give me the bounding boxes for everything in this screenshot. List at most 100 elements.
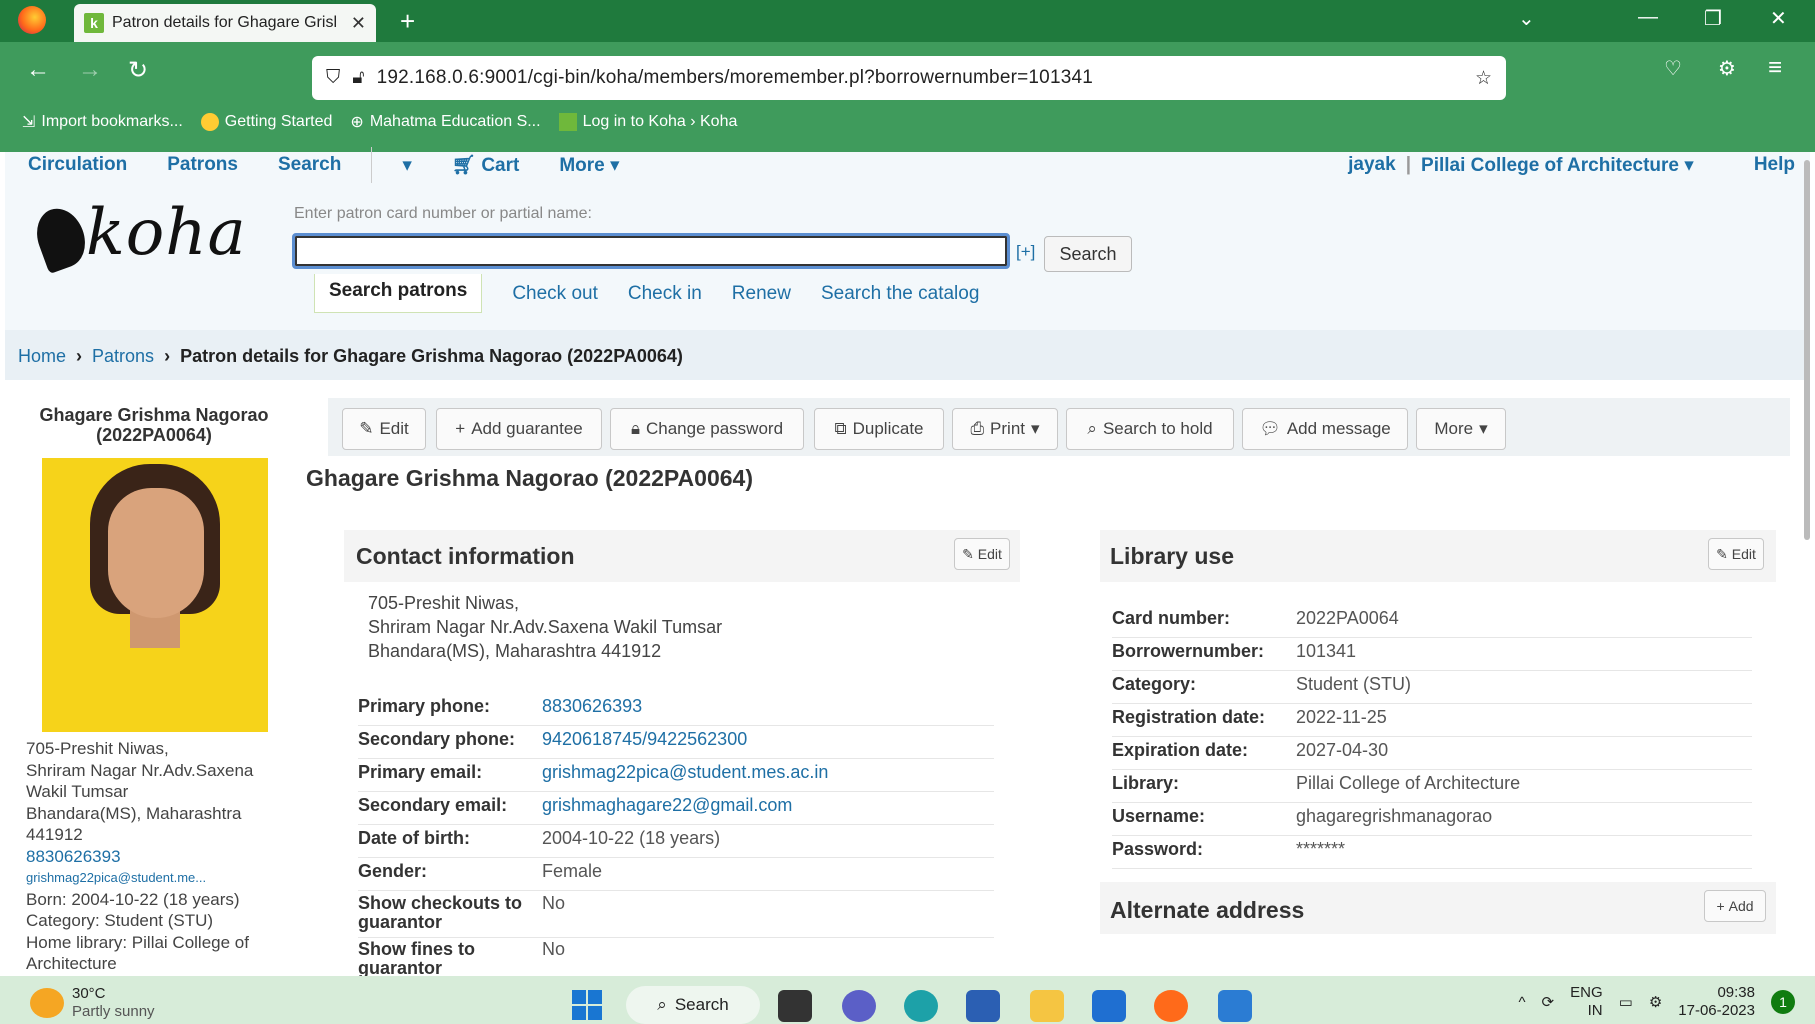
tab-search-patrons[interactable]: Search patrons (314, 274, 483, 313)
teams-app-icon[interactable] (842, 990, 876, 1022)
settings-icon[interactable]: ⚙ (1649, 993, 1662, 1011)
nav-circulation[interactable]: Circulation (28, 154, 127, 176)
library-use-title: Library use (1110, 543, 1234, 569)
firefox-icon[interactable] (18, 6, 46, 34)
library-row: Library: Pillai College of Architecture (1112, 773, 1752, 803)
koha-logo[interactable]: koha (29, 196, 247, 274)
url-text[interactable]: 192.168.0.6:9001/cgi-bin/koha/members/mo… (377, 67, 1463, 89)
contact-row: Secondary phone: 9420618745/9422562300 (358, 729, 994, 759)
more-button[interactable]: More ▾ (1416, 408, 1506, 450)
extensions-icon[interactable]: ⚙ (1718, 56, 1736, 81)
page-scrollbar[interactable] (1804, 160, 1810, 540)
nav-cart[interactable]: 🛒︎ Cart (452, 153, 519, 177)
library-selector[interactable]: Pillai College of Architecture ▾ (1421, 154, 1694, 177)
library-row: Card number: 2022PA0064 (1112, 608, 1752, 638)
notification-badge[interactable]: 1 (1771, 990, 1795, 1014)
mail-app-icon[interactable] (1092, 990, 1126, 1022)
help-link[interactable]: Help (1754, 154, 1795, 177)
reload-icon[interactable]: ↻ (128, 56, 148, 85)
alternate-address-add-button[interactable]: + Add (1704, 890, 1766, 922)
bookmark-getting-started[interactable]: Getting Started (200, 112, 332, 132)
sidebar-patron-info: 705-Preshit Niwas, Shriram Nagar Nr.Adv.… (26, 738, 288, 975)
add-guarantee-button[interactable]: + Add guarantee (436, 408, 602, 450)
new-tab-icon[interactable]: + (400, 6, 415, 37)
sidebar-email[interactable]: grishmag22pica@student.me... (26, 867, 288, 889)
pocket-icon[interactable]: ♡ (1664, 56, 1682, 81)
browser-tab[interactable]: k Patron details for Ghagare Grisl ✕ (74, 4, 376, 42)
system-tray: ^ ⟳ ENG IN ▭ ⚙ 09:38 17-06-2023 1 (1518, 984, 1795, 1020)
tab-search-catalog[interactable]: Search the catalog (821, 283, 979, 305)
sidebar-patron-name: Ghagare Grishma Nagorao (2022PA0064) (39, 405, 269, 445)
edge-app-icon[interactable] (904, 990, 938, 1022)
breadcrumb-patrons[interactable]: Patrons (92, 346, 154, 367)
bookmark-mahatma[interactable]: ⊕ Mahatma Education S... (350, 112, 540, 132)
file-explorer-app-icon[interactable] (1030, 990, 1064, 1022)
close-tab-icon[interactable]: ✕ (351, 13, 366, 34)
chevron-right-icon: › (164, 346, 171, 366)
menu-icon[interactable]: ≡ (1768, 54, 1782, 82)
breadcrumb-current: Patron details for Ghagare Grishma Nagor… (180, 346, 683, 366)
lang-text: ENG (1570, 984, 1603, 1001)
library-row: Expiration date: 2027-04-30 (1112, 740, 1752, 770)
tab-check-in[interactable]: Check in (628, 283, 702, 305)
tab-check-out[interactable]: Check out (512, 283, 598, 305)
restore-icon[interactable]: ❐ (1704, 6, 1722, 31)
language-indicator[interactable]: ENG IN (1570, 984, 1603, 1020)
plus-icon: + (1716, 898, 1725, 914)
bookmark-koha-login[interactable]: Log in to Koha › Koha (558, 112, 737, 132)
taskbar-search[interactable]: ⌕ Search (626, 986, 760, 1024)
firefox-app-icon[interactable] (1154, 990, 1188, 1022)
logged-in-user[interactable]: jayak (1348, 154, 1396, 177)
address-bar[interactable]: ⛉ 🔓︎ 192.168.0.6:9001/cgi-bin/koha/membe… (312, 56, 1506, 100)
plus-icon: + (455, 419, 466, 438)
contact-row: Secondary email: grishmaghagare22@gmail.… (358, 795, 994, 825)
weather-desc: Partly sunny (72, 1003, 155, 1020)
nav-search[interactable]: Search (278, 154, 341, 176)
sidebar-phone[interactable]: 8830626393 (26, 846, 288, 868)
search-to-hold-button[interactable]: ⌕ Search to hold (1066, 408, 1234, 450)
weather-widget[interactable]: 30°C Partly sunny (30, 985, 155, 1021)
contact-row: Primary email: grishmag22pica@student.me… (358, 762, 994, 792)
library-row: Category: Student (STU) (1112, 674, 1752, 704)
shield-icon[interactable]: ⛉ (326, 67, 340, 89)
library-use-edit-button[interactable]: ✎ Edit (1708, 538, 1764, 570)
back-icon[interactable]: ← (26, 56, 50, 84)
contact-edit-button[interactable]: ✎ Edit (954, 538, 1010, 570)
word-app-icon[interactable] (1218, 990, 1252, 1022)
tab-renew[interactable]: Renew (732, 283, 791, 305)
nav-more[interactable]: More ▾ (559, 154, 619, 177)
add-message-button[interactable]: 💬︎ Add message (1242, 408, 1408, 450)
store-app-icon[interactable] (966, 990, 1000, 1022)
search-dropdown-caret-icon[interactable]: ▾ (402, 154, 412, 177)
tab-list-icon[interactable]: ⌄ (1518, 6, 1535, 31)
close-window-icon[interactable]: ✕ (1770, 6, 1787, 31)
duplicate-button[interactable]: ⧉ Duplicate (814, 408, 944, 450)
clock[interactable]: 09:38 17-06-2023 (1678, 984, 1755, 1020)
advanced-search-toggle[interactable]: [+] (1016, 242, 1035, 262)
patron-search-input[interactable] (292, 233, 1010, 269)
caret-down-icon: ▾ (1479, 419, 1488, 438)
forward-icon[interactable]: → (78, 56, 102, 84)
breadcrumb-home[interactable]: Home (18, 346, 66, 367)
nav-patrons[interactable]: Patrons (167, 154, 238, 176)
print-button[interactable]: ⎙ Print ▾ (952, 408, 1058, 450)
nav-divider (371, 147, 373, 183)
minimize-icon[interactable]: — (1638, 6, 1658, 29)
bookmark-import[interactable]: ⇲ Import bookmarks... (22, 112, 183, 132)
chevron-up-icon[interactable]: ^ (1518, 994, 1525, 1011)
change-password-button[interactable]: 🔒︎ Change password (610, 408, 804, 450)
bookmark-star-icon[interactable]: ☆ (1475, 67, 1492, 90)
globe-icon: ⊕ (350, 114, 364, 131)
patron-search-button[interactable]: Search (1044, 236, 1132, 272)
sidebar-address-line: 441912 (26, 825, 83, 844)
insecure-lock-icon[interactable]: 🔓︎ (352, 67, 364, 89)
contact-row: Date of birth: 2004-10-22 (18 years) (358, 828, 994, 858)
patron-photo (42, 458, 268, 732)
edit-button[interactable]: ✎ Edit (342, 408, 426, 450)
sync-icon[interactable]: ⟳ (1542, 993, 1555, 1011)
start-windows-icon[interactable] (572, 990, 602, 1020)
display-icon[interactable]: ▭ (1619, 993, 1633, 1011)
file-viewer-app-icon[interactable] (778, 990, 812, 1022)
partly-sunny-icon (30, 988, 64, 1018)
